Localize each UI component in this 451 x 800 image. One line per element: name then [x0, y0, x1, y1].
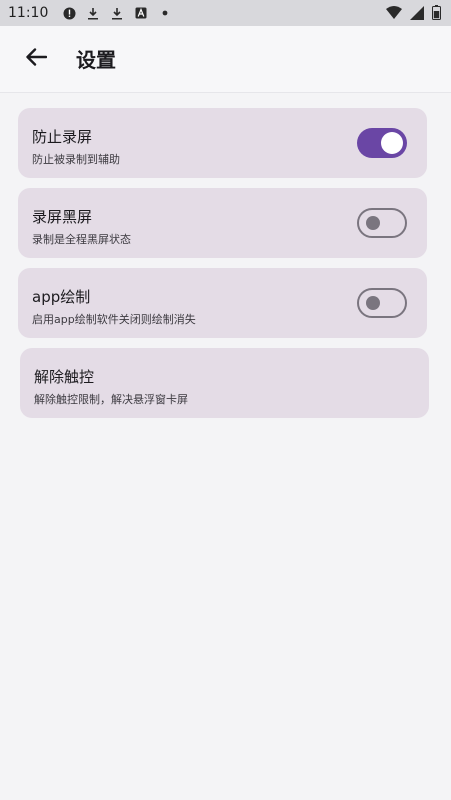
- setting-label: 防止录屏: [32, 128, 93, 146]
- setting-card-release-touch[interactable]: 解除触控 解除触控限制，解决悬浮窗卡屏: [20, 348, 429, 418]
- alert-icon: [62, 6, 76, 20]
- dot-icon: [158, 6, 172, 20]
- prevent-recording-toggle[interactable]: [357, 128, 407, 158]
- arrow-left-icon: [25, 48, 48, 70]
- setting-label: app绘制: [32, 288, 91, 306]
- download-icon: [110, 6, 124, 20]
- status-bar: 11:10: [0, 0, 451, 26]
- black-screen-toggle[interactable]: [357, 208, 407, 238]
- battery-icon: [432, 5, 441, 24]
- toggle-knob: [366, 296, 380, 310]
- font-icon: [134, 6, 148, 20]
- page-title: 设置: [76, 48, 116, 72]
- setting-label: 录屏黑屏: [32, 208, 93, 226]
- app-bar: 设置: [0, 26, 451, 93]
- setting-card-app-draw[interactable]: app绘制 启用app绘制软件关闭则绘制消失: [18, 268, 427, 338]
- setting-description: 录制是全程黑屏状态: [32, 233, 131, 246]
- signal-icon: [410, 5, 424, 24]
- setting-description: 解除触控限制，解决悬浮窗卡屏: [34, 393, 188, 406]
- setting-description: 防止被录制到辅助: [32, 153, 120, 166]
- status-icons: [62, 6, 172, 20]
- wifi-icon: [386, 5, 402, 24]
- download-icon: [86, 6, 100, 20]
- setting-card-black-screen[interactable]: 录屏黑屏 录制是全程黑屏状态: [18, 188, 427, 258]
- toggle-knob: [381, 132, 403, 154]
- back-button[interactable]: [22, 46, 50, 72]
- setting-description: 启用app绘制软件关闭则绘制消失: [32, 313, 196, 326]
- setting-card-prevent-recording[interactable]: 防止录屏 防止被录制到辅助: [18, 108, 427, 178]
- status-time: 11:10: [8, 5, 49, 21]
- app-draw-toggle[interactable]: [357, 288, 407, 318]
- toggle-knob: [366, 216, 380, 230]
- setting-label: 解除触控: [34, 368, 95, 386]
- status-right: [386, 5, 441, 24]
